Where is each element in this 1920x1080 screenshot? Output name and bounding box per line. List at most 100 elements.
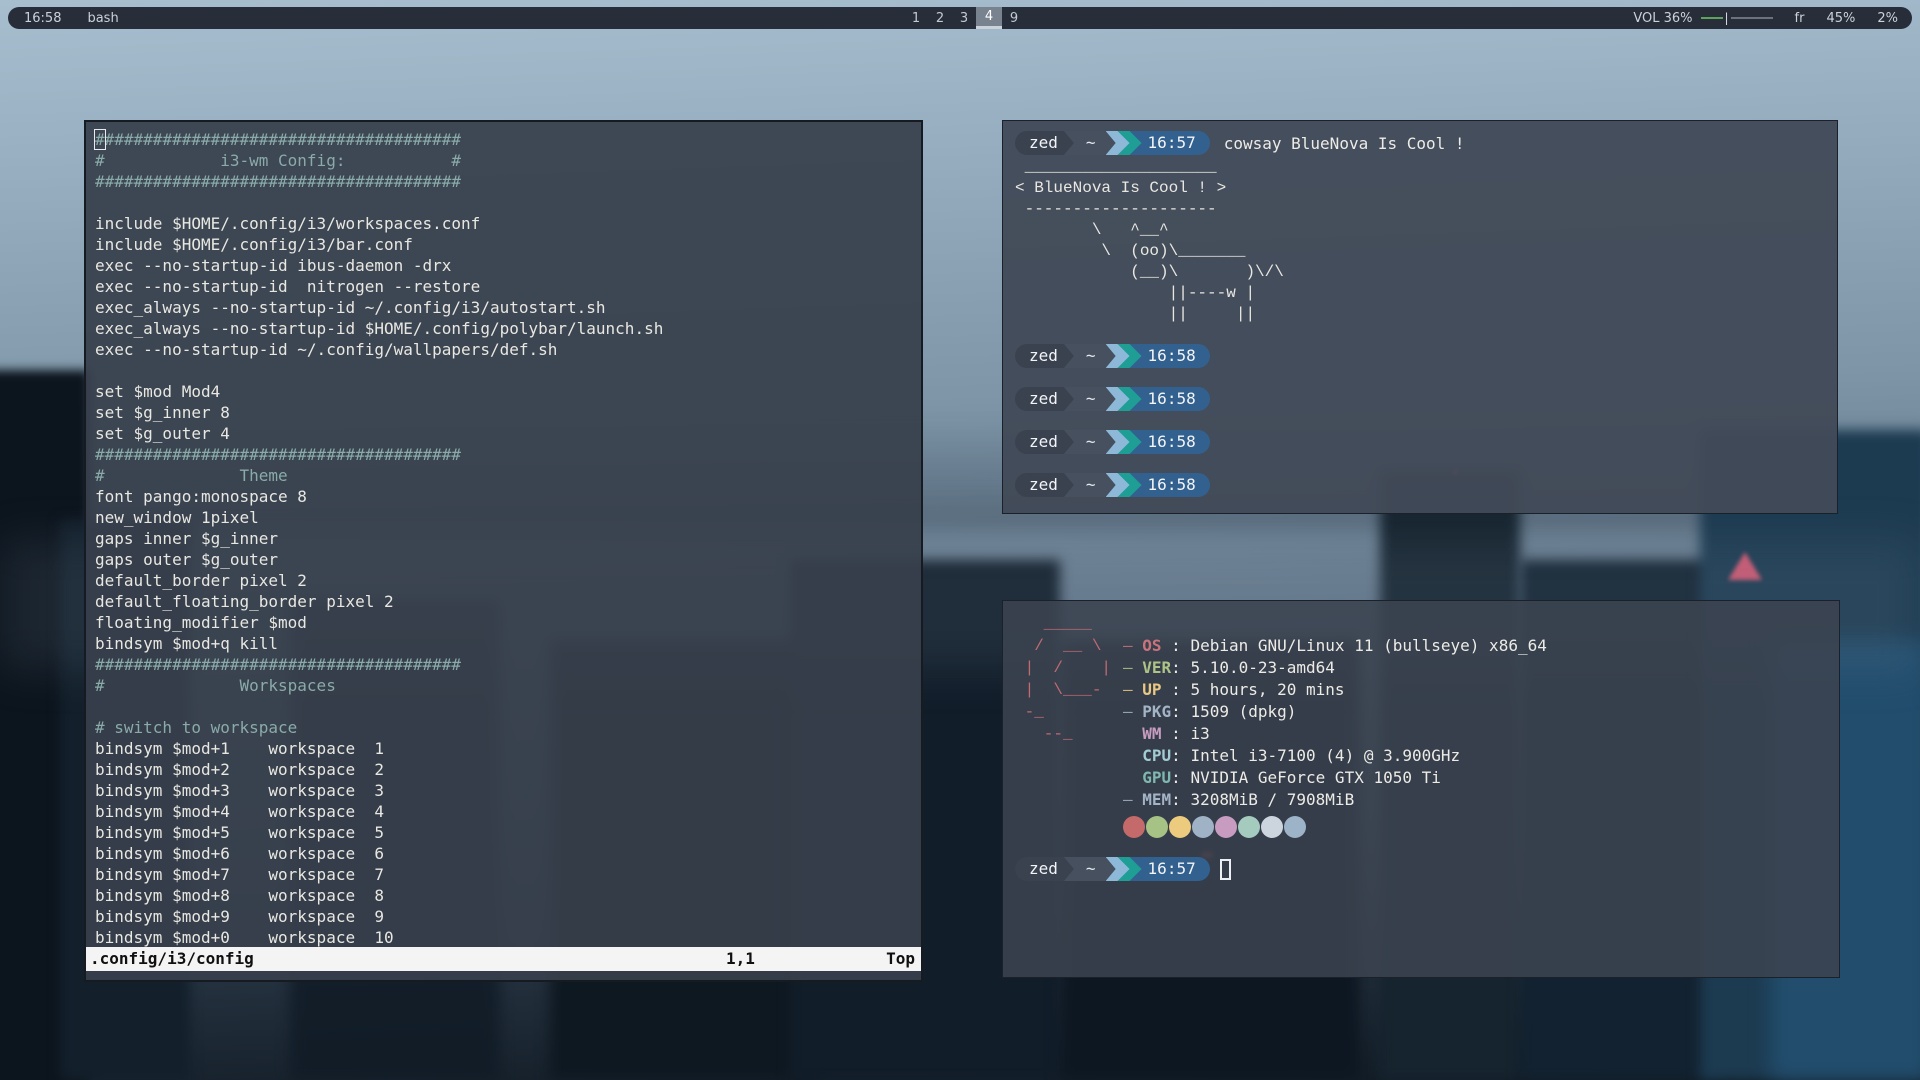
prompt-user: zed — [1015, 857, 1074, 881]
editor-line: ###################################### — [95, 654, 921, 675]
workspace-button-2[interactable]: 2 — [928, 7, 952, 29]
powerline-prompt: zed~16:58 — [1015, 430, 1210, 454]
statusline-cursor-position: 1,1 — [726, 947, 755, 971]
info-label: VER — [1142, 658, 1171, 677]
prompt-user: zed — [1015, 344, 1074, 368]
prompt-time: 16:58 — [1130, 387, 1210, 411]
palette-dot — [1123, 816, 1145, 838]
editor-line: set $g_outer 4 — [95, 423, 921, 444]
info-value: i3 — [1190, 724, 1209, 743]
info-label: CPU — [1142, 746, 1171, 765]
command-text: cowsay BlueNova Is Cool ! — [1224, 134, 1465, 153]
info-dash — [1123, 768, 1142, 787]
editor-line: ###################################### — [95, 129, 921, 150]
editor-line: set $g_inner 8 — [95, 402, 921, 423]
info-dash: — — [1123, 658, 1142, 677]
editor-line: bindsym $mod+4 workspace 4 — [95, 801, 921, 822]
editor-line: exec --no-startup-id nitrogen --restore — [95, 276, 921, 297]
volume-slider[interactable]: | — [1701, 11, 1773, 25]
editor-line: bindsym $mod+9 workspace 9 — [95, 906, 921, 927]
terminal-cursor — [1220, 859, 1231, 880]
statusline-scroll-position: Top — [886, 947, 915, 971]
editor-line — [95, 696, 921, 717]
volume-slider-knob[interactable]: | — [1725, 11, 1729, 25]
info-label: OS — [1142, 636, 1161, 655]
volume-widget[interactable]: VOL 36% | — [1633, 11, 1772, 26]
editor-line: default_floating_border pixel 2 — [95, 591, 921, 612]
editor-line: exec_always --no-startup-id ~/.config/i3… — [95, 297, 921, 318]
system-info-line: — PKG: 1509 (dpkg) — [1123, 701, 1547, 723]
editor-line: gaps inner $g_inner — [95, 528, 921, 549]
terminal-prompt-row: zed~16:58 — [1015, 344, 1825, 368]
system-info-list: — OS : Debian GNU/Linux 11 (bullseye) x8… — [1123, 635, 1547, 841]
palette-dot — [1284, 816, 1306, 838]
info-label: MEM — [1142, 790, 1171, 809]
editor-line: bindsym $mod+6 workspace 6 — [95, 843, 921, 864]
fetch-terminal-body[interactable]: _____ / __ \ | / | | \___- -_ --_ — OS :… — [1003, 601, 1839, 881]
statusline-filename: .config/i3/config — [90, 947, 254, 971]
palette-dot — [1215, 816, 1237, 838]
cowsay-terminal-body[interactable]: zed~16:57 cowsay BlueNova Is Cool ! ____… — [1003, 121, 1837, 507]
workspace-list: 12349 — [904, 7, 1026, 29]
editor-line: bindsym $mod+3 workspace 3 — [95, 780, 921, 801]
info-label: UP — [1142, 680, 1161, 699]
keyboard-layout: fr — [1795, 11, 1805, 26]
editor-line: floating_modifier $mod — [95, 612, 921, 633]
editor-statusline: .config/i3/config 1,1 Top — [86, 947, 921, 971]
system-info-line: CPU: Intel i3-7100 (4) @ 3.900GHz — [1123, 745, 1547, 767]
editor-line: bindsym $mod+2 workspace 2 — [95, 759, 921, 780]
prompt-history: zed~16:58 zed~16:58 zed~16:58 zed~16:58 — [1015, 344, 1825, 497]
topbar-right: VOL 36% | fr 45% 2% — [1633, 7, 1898, 29]
info-value: Debian GNU/Linux 11 (bullseye) x86_64 — [1190, 636, 1546, 655]
terminal-command-row: zed~16:57 cowsay BlueNova Is Cool ! — [1015, 131, 1825, 155]
workspace-button-9[interactable]: 9 — [1002, 7, 1026, 29]
editor-line: exec --no-startup-id ~/.config/wallpaper… — [95, 339, 921, 360]
editor-line: exec --no-startup-id ibus-daemon -drx — [95, 255, 921, 276]
fetch-terminal-window[interactable]: _____ / __ \ | / | | \___- -_ --_ — OS :… — [1002, 600, 1840, 978]
editor-line: bindsym $mod+8 workspace 8 — [95, 885, 921, 906]
powerline-prompt: zed~16:58 — [1015, 387, 1210, 411]
cowsay-ascii-art: ____________________ < BlueNova Is Cool … — [1015, 157, 1825, 325]
cowsay-terminal-window[interactable]: zed~16:57 cowsay BlueNova Is Cool ! ____… — [1002, 120, 1838, 514]
editor-line: ###################################### — [95, 444, 921, 465]
editor-line: # switch to workspace — [95, 717, 921, 738]
workspace-button-1[interactable]: 1 — [904, 7, 928, 29]
stat-percent-a: 45% — [1826, 11, 1855, 26]
fetch-output: _____ / __ \ | / | | \___- -_ --_ — OS :… — [1015, 613, 1827, 841]
shell-prompt: zed~16:57 — [1015, 857, 1210, 881]
prompt-time: 16:58 — [1130, 473, 1210, 497]
editor-line: font pango:monospace 8 — [95, 486, 921, 507]
editor-line: gaps outer $g_outer — [95, 549, 921, 570]
terminal-prompt-row: zed~16:58 — [1015, 473, 1825, 497]
prompt-time: 16:58 — [1130, 430, 1210, 454]
editor-buffer[interactable]: ###################################### # … — [86, 122, 921, 947]
info-value: Intel i3-7100 (4) @ 3.900GHz — [1190, 746, 1460, 765]
prompt-time: 16:57 — [1130, 131, 1210, 155]
info-dash: — — [1123, 636, 1142, 655]
workspace-button-4[interactable]: 4 — [976, 7, 1002, 29]
workspace-button-3[interactable]: 3 — [952, 7, 976, 29]
prompt-user: zed — [1015, 131, 1074, 155]
shell-prompt: zed~16:57 — [1015, 131, 1210, 155]
system-info-line: — VER: 5.10.0-23-amd64 — [1123, 657, 1547, 679]
terminal-prompt-row: zed~16:57 — [1015, 857, 1827, 881]
system-info-line: WM : i3 — [1123, 723, 1547, 745]
powerline-prompt: zed~16:58 — [1015, 344, 1210, 368]
editor-window[interactable]: ###################################### # … — [84, 120, 923, 982]
editor-line: include $HOME/.config/i3/workspaces.conf — [95, 213, 921, 234]
debian-ascii-logo: _____ / __ \ | / | | \___- -_ --_ — [1015, 613, 1123, 841]
system-info-line: — OS : Debian GNU/Linux 11 (bullseye) x8… — [1123, 635, 1547, 657]
terminal-prompt-row: zed~16:58 — [1015, 430, 1825, 454]
system-info-line: — MEM: 3208MiB / 7908MiB — [1123, 789, 1547, 811]
prompt-user: zed — [1015, 387, 1074, 411]
info-value: NVIDIA GeForce GTX 1050 Ti — [1190, 768, 1440, 787]
system-info-line: GPU: NVIDIA GeForce GTX 1050 Ti — [1123, 767, 1547, 789]
editor-line: new_window 1pixel — [95, 507, 921, 528]
palette-dot — [1192, 816, 1214, 838]
info-dash — [1123, 724, 1142, 743]
info-value: 5.10.0-23-amd64 — [1190, 658, 1335, 677]
editor-line: ###################################### — [95, 171, 921, 192]
powerline-prompt: zed~16:57 — [1015, 131, 1210, 155]
editor-line: bindsym $mod+7 workspace 7 — [95, 864, 921, 885]
prompt-user: zed — [1015, 473, 1074, 497]
